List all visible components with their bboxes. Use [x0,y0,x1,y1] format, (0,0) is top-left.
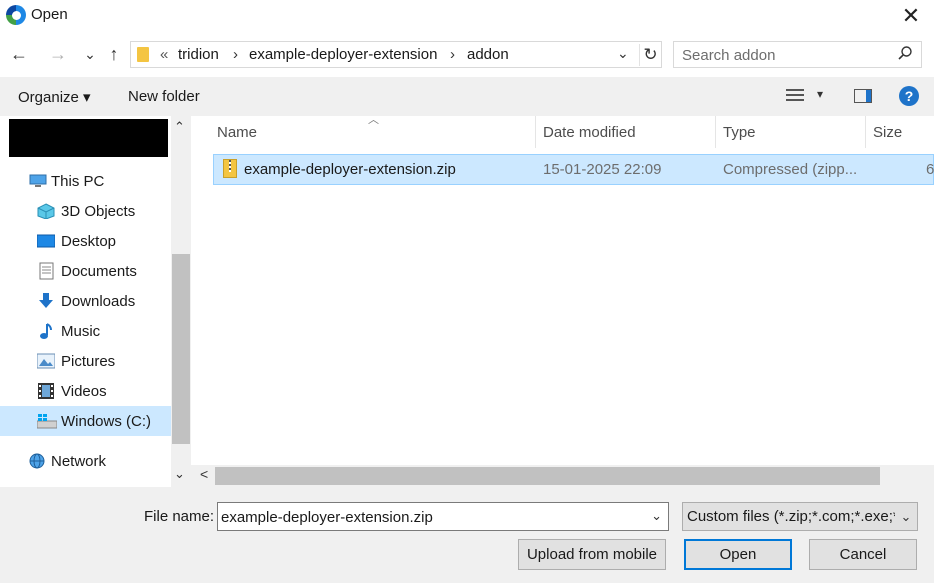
file-type: Compressed (zipp... [723,161,858,178]
view-options-dropdown[interactable]: ▾ [817,87,823,101]
view-details-icon[interactable] [786,89,804,103]
breadcrumb-example-deployer-extension[interactable]: example-deployer-extension [249,46,437,63]
preview-pane-icon[interactable] [854,89,872,103]
breadcrumb-addon[interactable]: addon [467,46,509,63]
network-icon [27,452,45,469]
pc-icon [29,173,47,189]
file-name: example-deployer-extension.zip [244,161,456,178]
column-header-type[interactable]: Type [723,124,756,141]
sidebar-item-network[interactable]: Network [0,446,171,476]
cancel-button[interactable]: Cancel [809,539,917,570]
sidebar-item-pictures[interactable]: Pictures [0,346,171,376]
sidebar-item-label: Downloads [61,293,136,310]
scroll-up-arrow-icon[interactable]: ⌃ [174,119,185,135]
breadcrumb-separator[interactable]: › [450,46,455,63]
download-icon [37,292,55,308]
redacted-quick-access-item[interactable] [9,119,168,157]
breadcrumb-separator[interactable]: › [233,46,238,63]
sidebar-item-this-pc[interactable]: This PC [0,166,171,196]
file-name-label: File name: [144,508,215,525]
column-divider[interactable] [715,116,716,148]
search-box[interactable] [673,41,922,68]
help-icon[interactable]: ? [899,86,919,106]
file-date-modified: 15-01-2025 22:09 [543,161,662,178]
sidebar-item-videos[interactable]: Videos [0,376,171,406]
column-divider[interactable] [865,116,866,148]
address-bar[interactable]: « tridion › example-deployer-extension ›… [130,41,662,68]
sidebar-scrollbar-thumb[interactable] [172,254,190,444]
search-icon[interactable] [897,45,913,66]
organize-menu-button[interactable]: Organize ▾ [18,88,91,106]
address-dropdown-icon[interactable]: ⌄ [617,45,629,62]
file-size: 6 [926,161,934,178]
sidebar-item-label: Windows (C:) [61,413,152,430]
pictures-icon [36,353,56,369]
videos-icon [37,382,55,399]
file-type-select[interactable]: Custom files (*.zip;*.com;*.exe;*. ⌄ [682,502,918,531]
sidebar-item-label: Documents [61,263,137,280]
sidebar-item-label: Desktop [61,233,117,250]
breadcrumb-overflow[interactable]: « [160,46,168,63]
horizontal-scrollbar-thumb[interactable] [215,467,880,485]
recent-locations-button[interactable]: ⌄ [79,43,101,65]
sidebar-item-3d-objects[interactable]: 3D Objects [0,196,171,226]
chevron-down-icon[interactable]: ⌄ [651,508,662,524]
sort-ascending-icon: ︿ [368,114,379,126]
file-name-combobox[interactable]: ⌄ [217,502,669,531]
up-button[interactable]: ↑ [103,43,125,65]
sidebar-item-windows-c[interactable]: Windows (C:) [0,406,171,436]
sidebar-item-downloads[interactable]: Downloads [0,286,171,316]
column-header-size[interactable]: Size [873,124,902,141]
refresh-button[interactable]: ↻ [639,44,661,66]
sidebar-item-label: Pictures [61,353,116,370]
sidebar-item-music[interactable]: Music [0,316,171,346]
file-type-value: Custom files (*.zip;*.com;*.exe;*. [687,508,903,525]
cube-icon [37,203,55,220]
column-divider[interactable] [535,116,536,148]
sidebar-item-label: Videos [61,383,107,400]
back-button[interactable]: ← [8,43,30,65]
chevron-down-icon[interactable]: ⌄ [895,503,917,530]
sidebar-item-label: 3D Objects [61,203,136,220]
sidebar-item-desktop[interactable]: Desktop [0,226,171,256]
music-icon [37,322,55,339]
sidebar-item-label: Music [61,323,101,340]
zip-file-icon [223,159,237,178]
column-header-name[interactable]: Name [217,124,257,141]
upload-from-mobile-button[interactable]: Upload from mobile [518,539,666,570]
title-bar [0,0,934,31]
scroll-left-arrow-icon[interactable]: < [200,466,208,482]
folder-icon [137,47,149,62]
forward-button[interactable]: → [47,43,69,65]
edge-browser-icon [6,5,26,25]
open-button[interactable]: Open [684,539,792,570]
sidebar-item-label: Network [51,453,107,470]
sidebar-item-label: This PC [51,173,105,190]
close-button[interactable]: ✕ [888,0,934,31]
scroll-down-arrow-icon[interactable]: ⌄ [174,466,185,482]
documents-icon [37,262,55,280]
dialog-title: Open [31,6,68,23]
breadcrumb-tridion[interactable]: tridion [178,46,219,63]
column-header-date-modified[interactable]: Date modified [543,124,636,141]
new-folder-button[interactable]: New folder [128,88,200,105]
file-name-input[interactable] [221,507,641,527]
search-input[interactable] [682,45,892,65]
drive-icon [36,413,58,429]
file-row[interactable]: example-deployer-extension.zip 15-01-202… [213,154,934,185]
sidebar-item-documents[interactable]: Documents [0,256,171,286]
desktop-icon [36,233,56,249]
